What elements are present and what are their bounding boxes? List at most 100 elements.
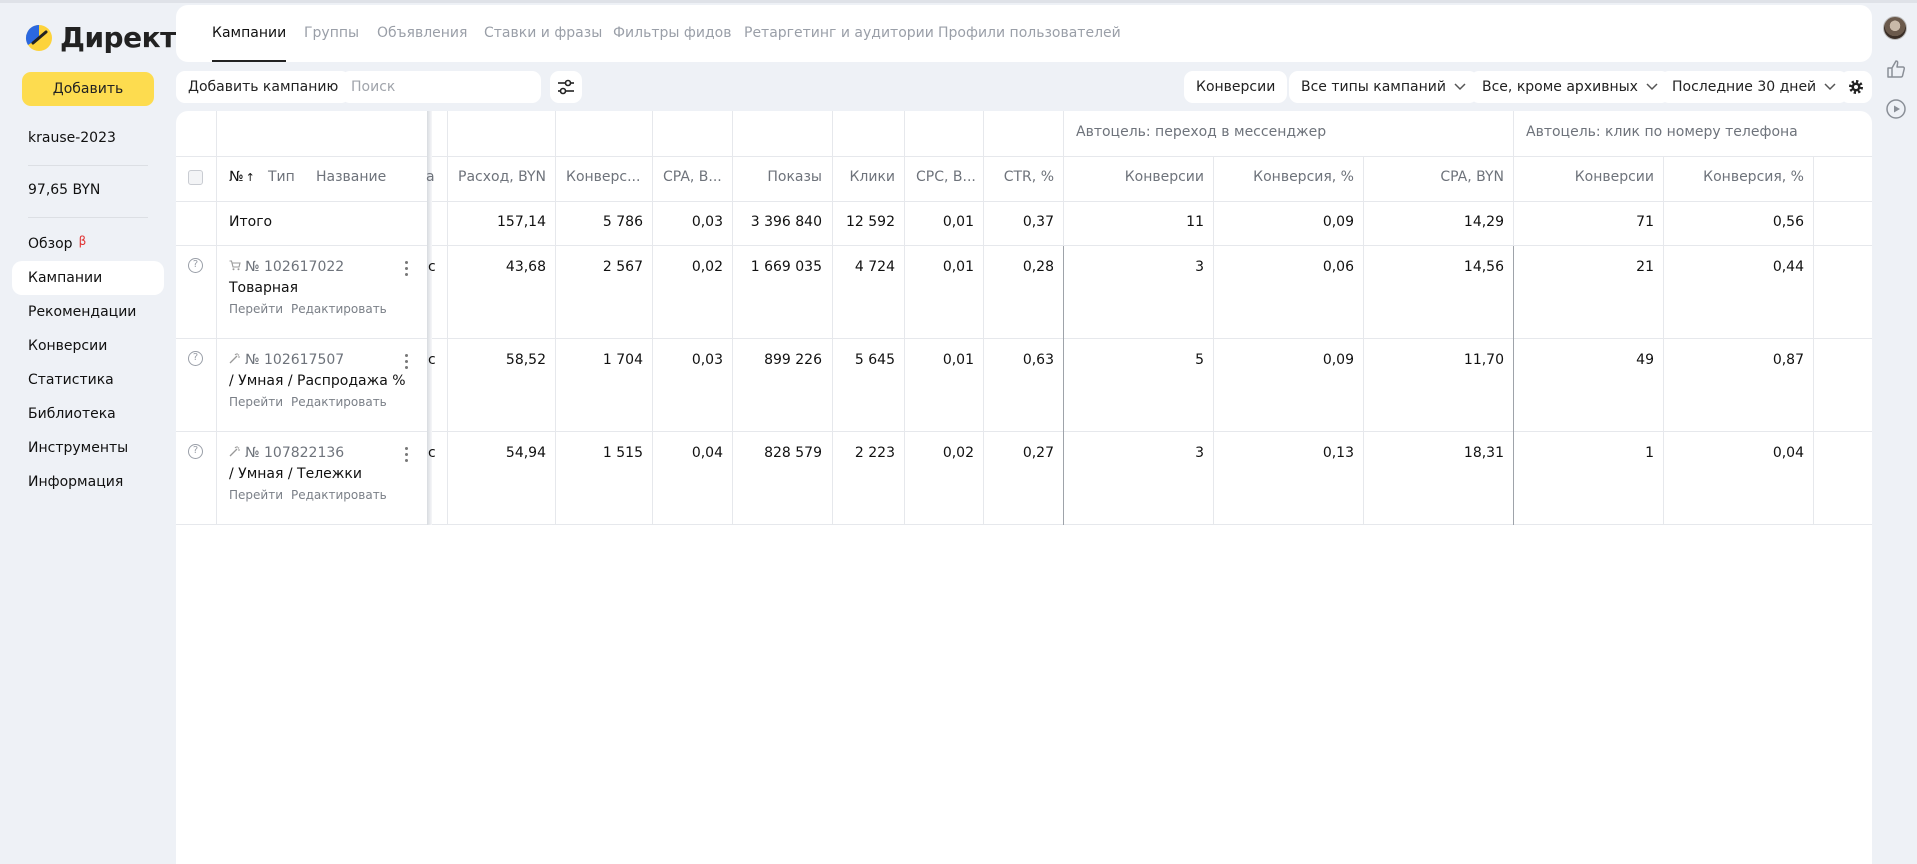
col-header-conversions[interactable]: Конверс...	[566, 169, 640, 185]
tab-campaigns[interactable]: Кампании	[212, 5, 287, 62]
sidebar-item-label: Рекомендации	[28, 304, 137, 320]
sidebar-item-statistics[interactable]: Статистика	[12, 363, 164, 397]
kebab-menu-icon[interactable]	[401, 261, 411, 277]
campaign-name[interactable]: / Умная / Тележки	[229, 466, 362, 482]
sidebar-item-label: Статистика	[28, 372, 114, 388]
smart-icon	[229, 446, 240, 457]
ctr-cell: 0,27	[1022, 445, 1054, 461]
help-icon[interactable]: ?	[188, 258, 203, 273]
conversions-label: Конверсии	[1196, 79, 1276, 95]
sidebar-item-conversions[interactable]: Конверсии	[12, 329, 164, 363]
total-phone-rate: 0,56	[1772, 214, 1804, 230]
account-balance[interactable]: 97,65 BYN	[28, 182, 100, 198]
status-filter-select[interactable]: Все, кроме архивных	[1470, 71, 1670, 103]
campaign-name[interactable]: Товарная	[229, 280, 298, 296]
filter-settings-button[interactable]	[550, 71, 582, 103]
col-divider	[652, 111, 653, 525]
tab-bids[interactable]: Ставки и фразы	[484, 5, 602, 62]
col-header-cpc[interactable]: CPC, B...	[916, 169, 976, 185]
spend-cell: 54,94	[505, 445, 546, 461]
thumbs-up-icon[interactable]	[1885, 58, 1907, 80]
period-select[interactable]: Последние 30 дней	[1660, 71, 1849, 103]
sidebar-item-label: Конверсии	[28, 338, 108, 354]
account-name[interactable]: krause-2023	[28, 130, 116, 146]
campaign-name[interactable]: / Умная / Распродажа %	[229, 373, 406, 389]
col-header-ctr[interactable]: CTR, %	[993, 169, 1054, 185]
edit-link[interactable]: Редактировать	[291, 302, 387, 316]
col-header-num[interactable]: № ↑	[229, 169, 255, 185]
go-link[interactable]: Перейти	[229, 395, 283, 409]
direkt-logo-icon	[24, 23, 54, 53]
clicks-cell: 4 724	[854, 259, 895, 275]
col-header-messenger-conversions[interactable]: Конверсии	[1073, 169, 1204, 185]
add-button[interactable]: Добавить	[22, 72, 154, 106]
campaign-links: Перейти Редактировать	[229, 395, 395, 409]
tab-feed-filters[interactable]: Фильтры фидов	[613, 5, 731, 62]
sidebar-item-overview[interactable]: Обзор β	[12, 227, 164, 261]
col-header-cpa[interactable]: CPA, B...	[663, 169, 722, 185]
sidebar-item-campaigns[interactable]: Кампании	[12, 261, 164, 295]
col-divider	[1813, 156, 1814, 525]
edit-link[interactable]: Редактировать	[291, 395, 387, 409]
help-icon[interactable]: ?	[188, 444, 203, 459]
col-divider	[832, 111, 833, 525]
logo[interactable]: Директ	[24, 21, 176, 54]
sidebar-item-label: Информация	[28, 474, 124, 490]
messenger-conversions-cell: 3	[1195, 259, 1204, 275]
campaign-types-select[interactable]: Все типы кампаний	[1289, 71, 1478, 103]
user-avatar[interactable]	[1883, 16, 1907, 40]
col-header-phone-conversions[interactable]: Конверсии	[1523, 169, 1654, 185]
col-divider	[447, 111, 448, 525]
logo-text: Директ	[60, 21, 176, 54]
conversions-button[interactable]: Конверсии	[1184, 71, 1288, 103]
col-header-messenger-rate[interactable]: Конверсия, %	[1223, 169, 1354, 185]
sidebar-item-label: Библиотека	[28, 406, 116, 422]
sidebar-item-info[interactable]: Информация	[12, 465, 164, 499]
sidebar-item-recommendations[interactable]: Рекомендации	[12, 295, 164, 329]
play-video-icon[interactable]	[1885, 98, 1907, 120]
cpa-cell: 0,02	[691, 259, 723, 275]
sidebar-nav: Обзор β Кампании Рекомендации Конверсии С…	[12, 227, 164, 499]
clipped-cell: с	[428, 352, 436, 368]
edit-link[interactable]: Редактировать	[291, 488, 387, 502]
kebab-menu-icon[interactable]	[401, 354, 411, 370]
col-header-clicks[interactable]: Клики	[842, 169, 895, 185]
messenger-rate-cell: 0,13	[1322, 445, 1354, 461]
search-input[interactable]	[341, 71, 541, 103]
sidebar-item-library[interactable]: Библиотека	[12, 397, 164, 431]
go-link[interactable]: Перейти	[229, 302, 283, 316]
sidebar-item-label: Обзор	[28, 236, 73, 252]
total-messenger-conversions: 11	[1186, 214, 1204, 230]
col-header-type[interactable]: Тип	[268, 169, 295, 185]
go-link[interactable]: Перейти	[229, 488, 283, 502]
clicks-cell: 2 223	[854, 445, 895, 461]
select-all-checkbox[interactable]	[188, 170, 203, 185]
col-header-name[interactable]: Название	[316, 169, 386, 185]
add-campaign-button[interactable]: Добавить кампанию	[176, 71, 351, 103]
ctr-cell: 0,28	[1022, 259, 1054, 275]
tab-user-profiles[interactable]: Профили пользователей	[938, 5, 1121, 62]
total-messenger-rate: 0,09	[1322, 214, 1354, 230]
col-header-messenger-cpa[interactable]: CPA, BYN	[1373, 169, 1504, 185]
messenger-rate-cell: 0,06	[1322, 259, 1354, 275]
spend-cell: 58,52	[505, 352, 546, 368]
tab-ads[interactable]: Объявления	[377, 5, 467, 62]
col-header-impressions[interactable]: Показы	[742, 169, 822, 185]
col-header-spend[interactable]: Расход, BYN	[458, 169, 546, 185]
campaign-id[interactable]: № 107822136	[229, 445, 344, 461]
col-divider	[1213, 156, 1214, 525]
help-icon[interactable]: ?	[188, 351, 203, 366]
table-settings-button[interactable]	[1840, 71, 1872, 103]
tab-retargeting[interactable]: Ретаргетинг и аудитории	[744, 5, 934, 62]
col-header-phone-rate[interactable]: Конверсия, %	[1673, 169, 1804, 185]
tab-groups[interactable]: Группы	[304, 5, 359, 62]
campaign-id[interactable]: № 102617507	[229, 352, 344, 368]
group-divider	[1063, 246, 1064, 525]
sliders-icon	[558, 79, 574, 95]
kebab-menu-icon[interactable]	[401, 447, 411, 463]
group-header-phone: Автоцель: клик по номеру телефона	[1526, 124, 1798, 140]
campaign-id[interactable]: № 102617022	[229, 259, 344, 275]
clipped-cell: с	[428, 259, 436, 275]
sidebar-item-tools[interactable]: Инструменты	[12, 431, 164, 465]
total-cpc: 0,01	[942, 214, 974, 230]
